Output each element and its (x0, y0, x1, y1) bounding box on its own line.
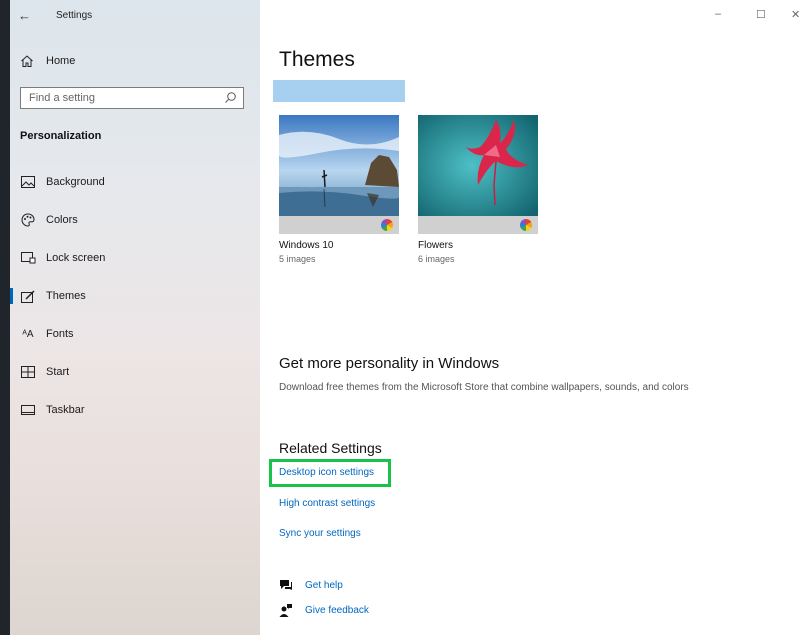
sidebar-item-background[interactable]: Background (10, 169, 260, 195)
theme-card-windows-10[interactable]: Windows 10 5 images (279, 115, 399, 264)
theme-color-band (418, 216, 538, 234)
personality-description: Download free themes from the Microsoft … (279, 382, 689, 393)
personality-heading: Get more personality in Windows (279, 355, 500, 372)
related-settings-heading: Related Settings (279, 440, 382, 456)
get-help-label: Get help (305, 580, 343, 591)
theme-thumbnail-flowers (418, 115, 538, 216)
theme-name: Windows 10 (279, 240, 334, 251)
sidebar-item-lock-screen[interactable]: Lock screen (10, 245, 260, 271)
home-label: Home (46, 55, 76, 67)
main-content: Themes Windows 10 5 images Flowers 6 ima… (269, 0, 799, 635)
fonts-icon: ᴬA (22, 328, 34, 340)
home-nav-item[interactable]: Home (20, 54, 75, 68)
sidebar-item-label: Themes (46, 290, 86, 302)
theme-name: Flowers (418, 240, 454, 251)
feedback-person-icon (279, 603, 293, 617)
get-help-link[interactable]: Get help (279, 579, 343, 592)
window-title: Settings (56, 10, 93, 21)
search-input[interactable]: Find a setting (20, 87, 244, 109)
high-contrast-settings-link[interactable]: High contrast settings (279, 498, 375, 509)
palette-icon (20, 213, 36, 227)
give-feedback-link[interactable]: Give feedback (279, 603, 369, 617)
page-title: Themes (279, 48, 355, 71)
theme-color-band (279, 216, 399, 234)
search-icon (225, 92, 236, 103)
color-wheel-icon (381, 219, 393, 231)
theme-image-count: 5 images (279, 254, 316, 264)
search-placeholder: Find a setting (29, 92, 96, 104)
sidebar-item-label: Colors (46, 214, 78, 226)
sidebar-item-fonts[interactable]: ᴬA Fonts (10, 321, 260, 347)
sidebar-item-label: Fonts (46, 328, 74, 340)
sidebar-item-themes[interactable]: Themes (10, 283, 260, 309)
theme-thumbnail-windows-10 (279, 115, 399, 216)
theme-card-flowers[interactable]: Flowers 6 images (418, 115, 538, 264)
settings-window: ← Settings Home Find a setting Personali… (10, 0, 802, 635)
taskbar-icon (20, 405, 36, 415)
sidebar-item-label: Background (46, 176, 105, 188)
sidebar-item-label: Lock screen (46, 252, 106, 264)
picture-icon (20, 176, 36, 188)
lock-screen-icon (20, 252, 36, 264)
home-icon (21, 55, 33, 67)
back-arrow-icon[interactable]: ← (18, 8, 31, 23)
section-label-personalization: Personalization (20, 130, 102, 142)
give-feedback-label: Give feedback (305, 604, 369, 616)
sidebar-item-label: Taskbar (46, 404, 85, 416)
help-chat-icon (279, 579, 293, 592)
sidebar-item-colors[interactable]: Colors (10, 207, 260, 233)
desktop-icon-settings-link[interactable]: Desktop icon settings (279, 467, 374, 478)
sidebar-item-taskbar[interactable]: Taskbar (10, 397, 260, 423)
sidebar: ← Settings Home Find a setting Personali… (10, 0, 260, 635)
selection-bar (273, 80, 405, 102)
start-icon (20, 366, 36, 378)
sync-settings-link[interactable]: Sync your settings (279, 528, 361, 539)
sidebar-item-label: Start (46, 366, 70, 378)
color-wheel-icon (520, 219, 532, 231)
themes-icon (20, 289, 36, 303)
sidebar-item-start[interactable]: Start (10, 359, 260, 385)
theme-image-count: 6 images (418, 254, 455, 264)
